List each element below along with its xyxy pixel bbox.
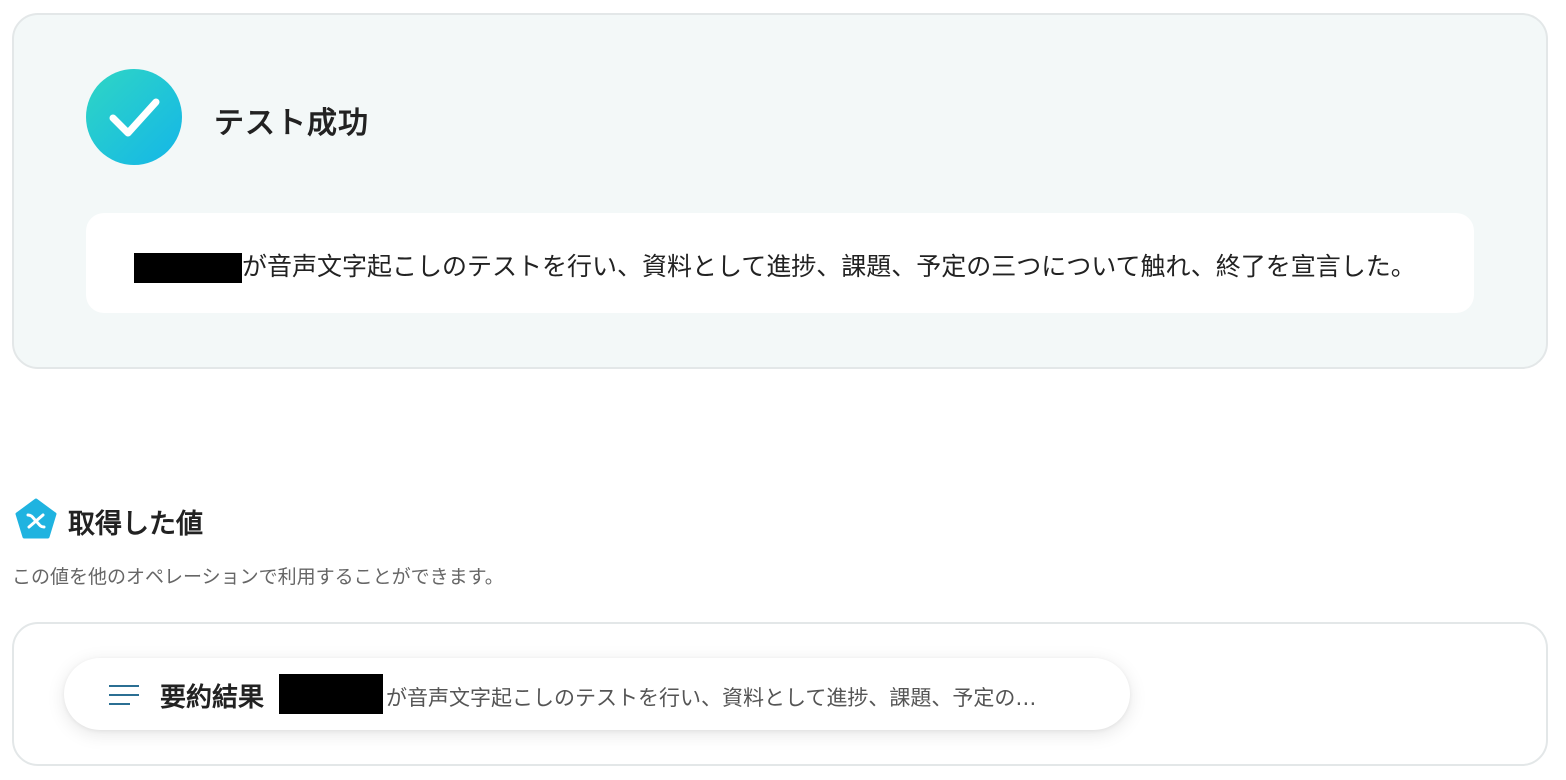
obtained-values-description: この値を他のオペレーションで利用することができます。 [12, 566, 504, 588]
test-output-line: が音声文字起こしのテストを行い、資料として進捗、課題、予定の三つについて触れ、終… [134, 247, 1416, 283]
test-output-text: が音声文字起こしのテストを行い、資料として進捗、課題、予定の三つについて触れ、終… [242, 252, 1416, 281]
text-lines-icon [108, 683, 140, 707]
value-preview-text: が音声文字起こしのテストを行い、資料として進捗、課題、予定の… [386, 686, 1037, 710]
variable-icon [14, 498, 58, 542]
test-output-box: が音声文字起こしのテストを行い、資料として進捗、課題、予定の三つについて触れ、終… [86, 213, 1474, 313]
value-chip-summary[interactable]: 要約結果 が音声文字起こしのテストを行い、資料として進捗、課題、予定の… [64, 658, 1130, 730]
test-result-card [12, 13, 1548, 369]
check-circle-icon [86, 69, 182, 165]
redacted-name [279, 674, 383, 714]
test-status-title: テスト成功 [214, 106, 369, 141]
redacted-name [134, 253, 242, 283]
value-key-label: 要約結果 [160, 683, 265, 713]
obtained-values-title: 取得した値 [68, 509, 203, 540]
